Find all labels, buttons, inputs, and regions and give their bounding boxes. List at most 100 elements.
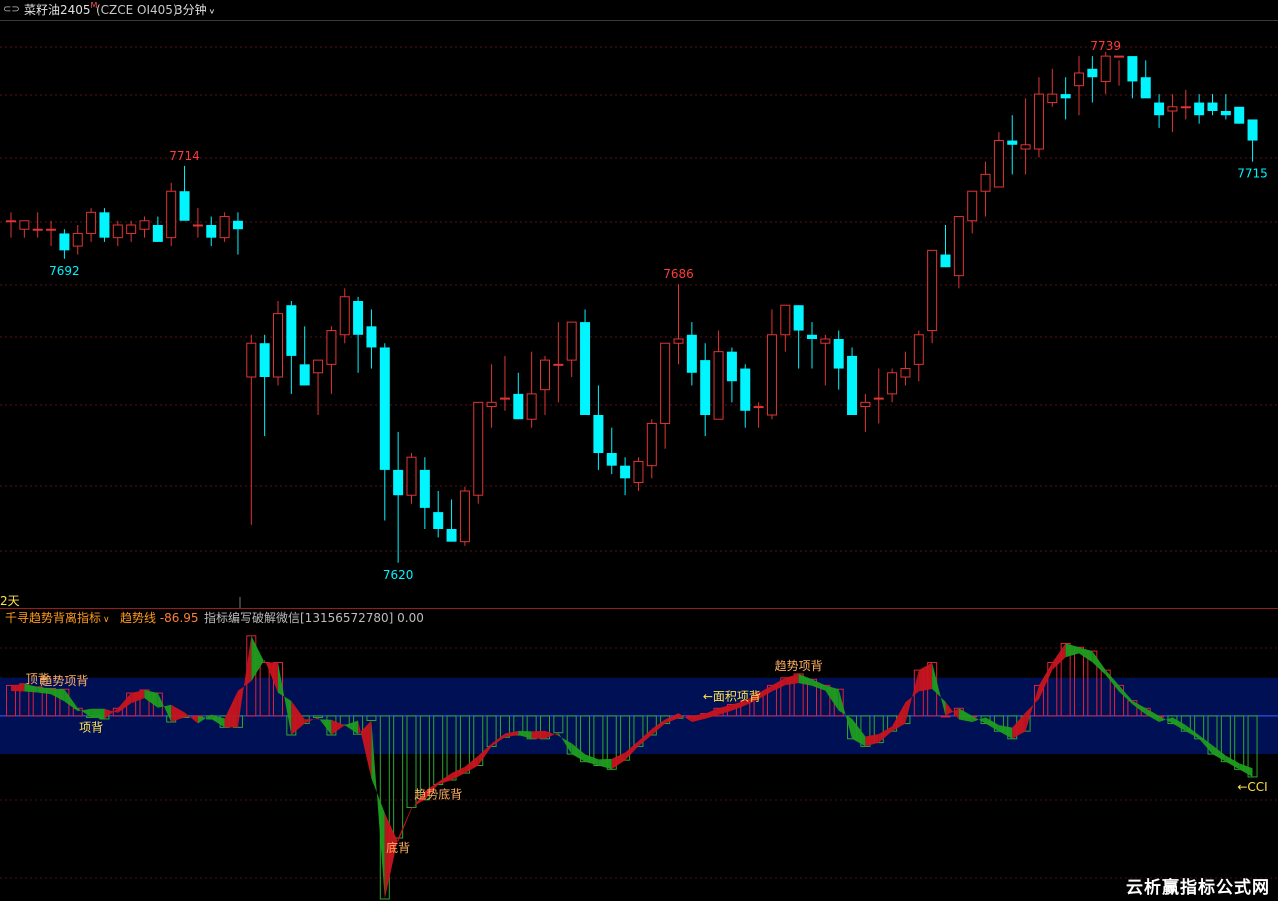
price-label: 7686 [663, 267, 694, 281]
indicator-bar [273, 662, 283, 717]
candle-body [553, 363, 564, 366]
indicator-bar [1167, 715, 1178, 725]
indicator-bar [1007, 715, 1018, 740]
indicator-bar [1114, 684, 1125, 717]
candle [32, 212, 43, 238]
trend-ribbon [905, 670, 919, 724]
trend-ribbon [838, 689, 852, 739]
candle [1127, 56, 1138, 99]
candle-body [32, 228, 43, 231]
indicator-bar [126, 692, 137, 717]
divergence-label: 趋势项背 [775, 659, 823, 673]
candle-body [793, 305, 804, 331]
price-label: 7714 [169, 149, 200, 163]
trend-ribbon [291, 700, 305, 735]
indicator-bar [299, 715, 310, 725]
candle [566, 321, 577, 377]
candle-body [900, 368, 911, 378]
divergence-label: 底背 [386, 840, 410, 855]
candle-body [6, 220, 16, 223]
trend-ribbon [812, 679, 826, 691]
candlestick-chart[interactable]: 7714 7692 7620 7686 7739 7715 [0, 21, 1278, 609]
indicator-bar [179, 715, 190, 718]
trend-ribbon [745, 693, 759, 706]
candle [766, 309, 777, 420]
trend-ribbon [598, 758, 612, 770]
candle-body [1127, 56, 1138, 82]
indicator-bar [166, 715, 177, 723]
trend-ribbon [1132, 700, 1146, 715]
period-selector[interactable]: 3分钟 ∨ [175, 0, 215, 22]
candle-body [166, 190, 177, 239]
candle-body [1207, 102, 1218, 111]
trend-ribbon [1212, 745, 1226, 762]
candle-body [526, 393, 537, 420]
trend-line-readout: 趋势线 -86.95 [120, 611, 199, 625]
trend-ribbon [197, 714, 212, 724]
trend-ribbon [892, 702, 906, 732]
candle-body [1220, 111, 1231, 116]
trend-ribbon [358, 720, 372, 779]
candle [513, 372, 524, 420]
indicator-bar [713, 707, 724, 717]
candle-body [887, 372, 898, 395]
candle [219, 212, 230, 242]
candle-body [219, 216, 230, 239]
trend-ribbon [384, 813, 399, 899]
link-icon[interactable]: ⊂⊃ [3, 0, 20, 20]
indicator-bar [606, 715, 617, 770]
trend-ribbon [304, 717, 319, 724]
price-label: 7620 [383, 568, 414, 582]
candle-body [940, 254, 951, 268]
candle [206, 216, 217, 247]
candle [299, 326, 310, 386]
candle [419, 457, 430, 529]
candle [59, 229, 70, 259]
candle [1114, 55, 1125, 86]
candle-body [673, 338, 684, 344]
trend-ribbon [77, 708, 92, 718]
indicator-bar [700, 713, 711, 717]
trend-ribbon [1065, 643, 1079, 658]
indicator-bar [192, 715, 203, 718]
trend-ribbon [1185, 725, 1200, 739]
indicator-bar [112, 707, 123, 717]
candle [1100, 51, 1111, 95]
candle-body [232, 220, 243, 230]
candle-body [366, 326, 377, 348]
candle-body [660, 342, 671, 424]
trend-ribbon [758, 685, 772, 700]
candle [753, 402, 764, 428]
indicator-bar [526, 715, 537, 740]
indicator-bar [286, 715, 297, 736]
indicator-bar [566, 715, 577, 755]
indicator-bar [940, 715, 951, 718]
candle [166, 182, 177, 247]
trend-ribbon [278, 662, 292, 735]
trend-ribbon [798, 674, 812, 686]
trend-ribbon [491, 733, 505, 747]
indicator-bar [780, 677, 791, 717]
candle-body [606, 453, 617, 466]
candle-body [299, 364, 310, 386]
candle-body [927, 249, 938, 332]
indicator-bar [19, 683, 30, 717]
candle [179, 165, 190, 221]
indicator-bar [1154, 715, 1165, 718]
trend-ribbon [1012, 712, 1026, 739]
indicator-bar [1180, 715, 1191, 732]
trend-ribbon [1052, 643, 1066, 670]
indicator-selector[interactable]: 千寻趋势背离指标 ∨ [5, 609, 110, 629]
trend-ribbon [51, 688, 65, 702]
candle-body [726, 351, 737, 382]
divergence-label: 趋势底背 [414, 787, 462, 802]
indicator-bar [1207, 715, 1218, 755]
instrument-name[interactable]: 菜籽油2405M [24, 0, 97, 20]
indicator-bar [753, 692, 764, 717]
period-label: 3分钟 [175, 3, 207, 17]
divergence-label: 顶背 [26, 672, 50, 686]
indicator-bar [847, 715, 858, 740]
indicator-bar [1194, 715, 1205, 740]
chart-toolbar: ⊂⊃ 菜籽油2405M (CZCE OI405) 3分钟 ∨ [0, 0, 1278, 21]
trend-ribbon [611, 752, 626, 770]
